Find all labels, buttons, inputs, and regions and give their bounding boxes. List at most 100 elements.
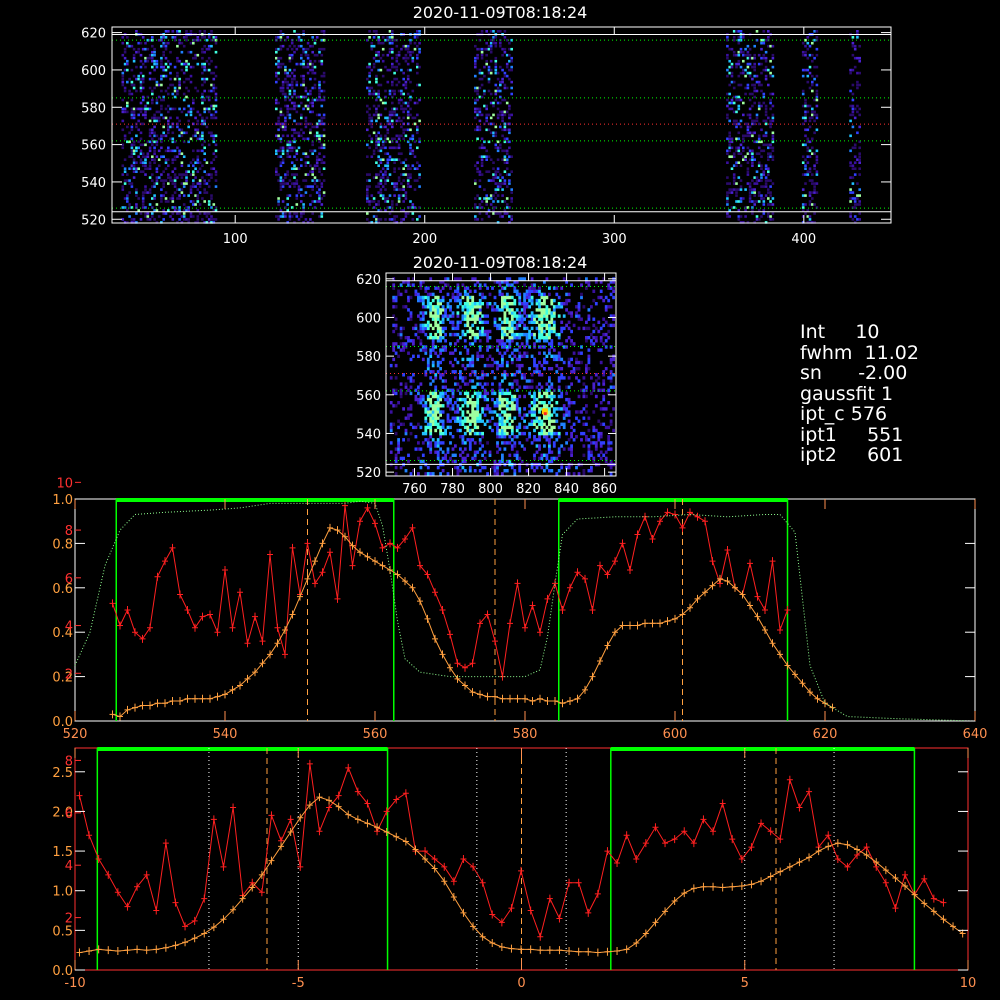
heat-pixel — [302, 83, 305, 87]
heat-pixel — [151, 50, 154, 54]
heat-pixel — [535, 367, 539, 371]
heat-pixel — [148, 164, 152, 167]
heat-pixel — [739, 164, 743, 167]
heat-pixel — [604, 308, 608, 312]
heat-pixel — [132, 59, 136, 63]
heat-pixel — [395, 182, 399, 185]
heat-pixel — [178, 119, 181, 123]
heat-pixel — [407, 416, 410, 420]
heat-pixel — [169, 179, 172, 182]
heat-pixel — [421, 453, 425, 457]
heat-pixel — [139, 83, 143, 87]
heat-pixel — [164, 116, 168, 120]
heat-pixel — [402, 188, 405, 191]
heat-pixel — [456, 332, 460, 337]
heat-pixel — [409, 167, 412, 170]
heat-pixel — [538, 438, 541, 442]
heat-pixel — [505, 149, 509, 153]
heat-pixel — [130, 185, 134, 188]
heat-pixel — [501, 182, 504, 185]
heat-pixel — [322, 98, 326, 102]
heat-pixel — [451, 292, 455, 297]
heat-pixel — [148, 107, 152, 111]
heat-pixel — [760, 149, 763, 153]
heat-pixel — [446, 413, 450, 417]
heat-pixel — [530, 314, 534, 318]
heat-pixel — [543, 311, 546, 315]
heat-pixel — [201, 164, 204, 167]
heat-pixel — [416, 146, 419, 150]
heat-pixel — [306, 41, 310, 45]
heat-pixel — [381, 53, 385, 57]
heat-pixel — [302, 212, 305, 215]
heat-pixel — [389, 376, 393, 380]
heat-pixel — [368, 74, 371, 78]
heat-pixel — [543, 404, 546, 408]
heat-pixel — [742, 149, 745, 153]
heat-pixel — [764, 56, 768, 60]
heat-pixel — [525, 332, 529, 337]
heat-pixel — [388, 113, 392, 117]
heat-pixel — [560, 394, 564, 399]
heat-pixel — [411, 218, 415, 221]
heat-pixel — [476, 394, 480, 399]
heat-pixel — [409, 143, 412, 147]
heat-pixel — [739, 65, 743, 69]
heat-pixel — [471, 407, 475, 411]
heat-pixel — [399, 391, 403, 396]
heat-pixel — [439, 441, 442, 445]
heat-pixel — [528, 391, 531, 396]
heat-pixel — [851, 182, 855, 185]
heat-pixel — [737, 149, 741, 153]
heat-pixel — [444, 348, 447, 352]
heat-pixel — [530, 407, 534, 411]
heat-pixel — [141, 191, 145, 194]
heat-pixel — [771, 155, 775, 158]
heat-pixel — [735, 188, 738, 191]
heat-pixel — [192, 56, 195, 60]
heat-pixel — [555, 363, 559, 368]
heat-pixel — [148, 86, 152, 90]
heat-pixel — [518, 317, 522, 321]
heat-pixel — [198, 30, 202, 33]
heat-pixel — [434, 441, 438, 445]
heat-pixel — [368, 71, 371, 75]
heat-pixel — [407, 407, 410, 411]
heat-pixel — [525, 339, 529, 343]
heat-pixel — [858, 173, 861, 176]
heat-pixel — [366, 218, 369, 221]
heat-pixel — [126, 101, 129, 105]
heat-pixel — [399, 394, 403, 399]
heat-pixel — [555, 472, 559, 476]
heat-pixel — [762, 30, 766, 33]
heat-pixel — [463, 447, 467, 451]
heat-pixel — [801, 68, 805, 72]
heat-pixel — [277, 128, 280, 132]
heat-pixel — [409, 80, 412, 84]
heat-pixel — [466, 348, 470, 352]
heat-pixel — [196, 161, 200, 164]
heat-pixel — [449, 425, 452, 430]
heat-pixel — [205, 77, 209, 81]
heat-pixel — [135, 212, 138, 215]
heat-pixel — [320, 215, 324, 218]
heat-pixel — [207, 173, 211, 176]
heat-pixel — [404, 469, 408, 473]
heat-pixel — [397, 137, 401, 141]
heat-pixel — [320, 53, 324, 57]
heat-pixel — [510, 326, 514, 331]
heat-pixel — [404, 212, 408, 215]
heat-pixel — [368, 134, 371, 138]
heat-pixel — [767, 44, 770, 48]
heat-pixel — [557, 314, 561, 318]
heat-pixel — [128, 179, 131, 182]
heat-pixel — [300, 200, 303, 203]
heat-pixel — [562, 360, 566, 365]
heat-pixel — [804, 182, 807, 185]
heat-pixel — [121, 164, 125, 167]
heat-pixel — [508, 422, 512, 426]
heat-pixel — [530, 373, 534, 377]
heat-pixel — [286, 152, 289, 155]
heat-pixel — [748, 56, 752, 60]
heat-pixel — [737, 161, 741, 164]
